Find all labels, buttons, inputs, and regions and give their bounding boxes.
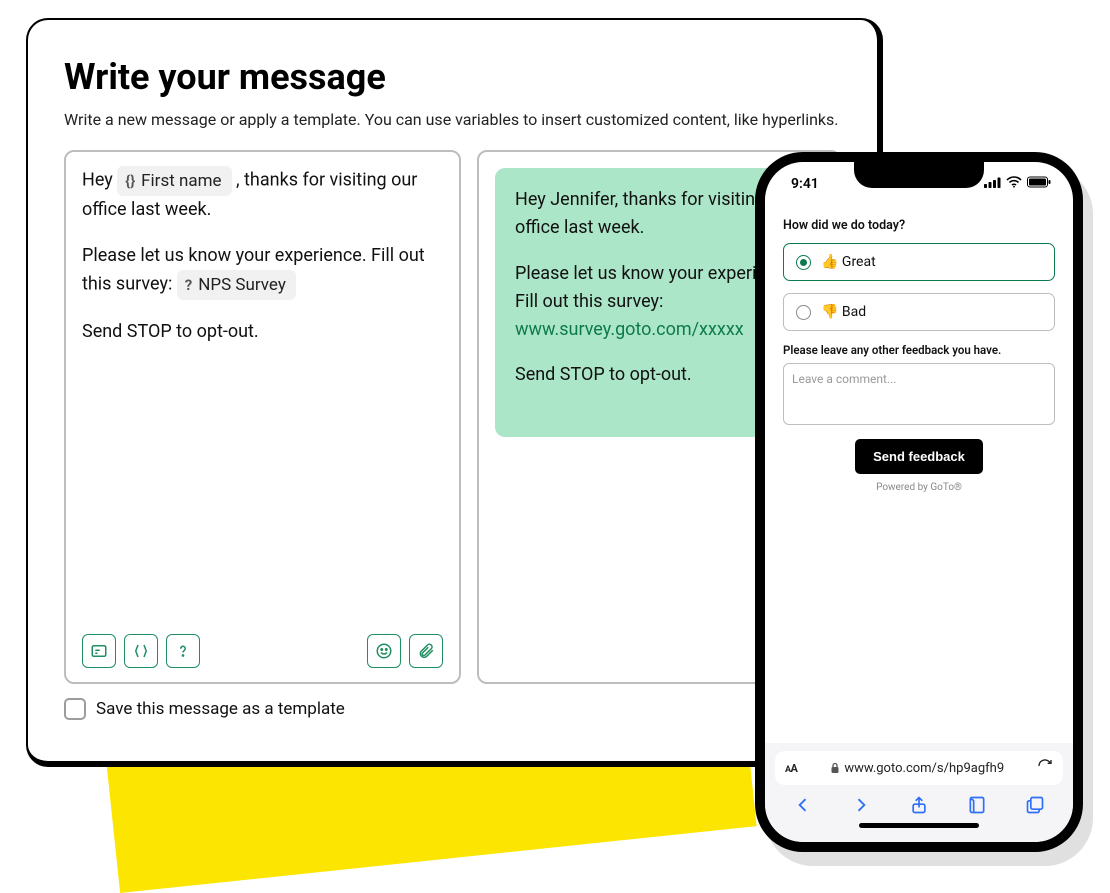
question-icon: ? [185, 274, 192, 297]
editor-line-3: Send STOP to opt-out. [82, 318, 443, 346]
option-great[interactable]: 👍 Great [783, 243, 1055, 281]
status-icons [984, 176, 1051, 192]
reload-icon[interactable] [1037, 758, 1053, 778]
option-bad[interactable]: 👎 Bad [783, 293, 1055, 331]
variable-chip-nps-survey[interactable]: ? NPS Survey [177, 270, 296, 300]
template-button[interactable] [82, 634, 116, 668]
braces-icon: {} [125, 170, 135, 193]
save-template-checkbox[interactable] [64, 698, 86, 720]
text-size-icon[interactable]: AA [785, 762, 797, 775]
message-editor[interactable]: Hey {} First name , thanks for visiting … [64, 150, 461, 684]
comment-textarea[interactable]: Leave a comment... [783, 363, 1055, 425]
save-template-label: Save this message as a template [96, 699, 345, 719]
back-icon[interactable] [793, 795, 813, 815]
url-value: www.goto.com/s/hp9agfh9 [844, 761, 1004, 776]
insert-variable-button[interactable] [124, 634, 158, 668]
editor-toolbar [82, 634, 443, 668]
phone-mockup: 9:41 How did we do today? 👍 Great 👎 Bad … [755, 152, 1083, 852]
radio-bad[interactable] [796, 305, 811, 320]
editor-panels: Hey {} First name , thanks for visiting … [64, 150, 841, 684]
tabs-icon[interactable] [1025, 795, 1045, 815]
card-description: Write a new message or apply a template.… [64, 108, 841, 132]
feedback-label: Please leave any other feedback you have… [783, 343, 1055, 357]
powered-by-text: Powered by GoTo® [783, 482, 1055, 493]
safari-toolbar [775, 785, 1063, 815]
url-pill[interactable]: AA www.goto.com/s/hp9agfh9 [775, 751, 1063, 785]
save-template-row: Save this message as a template [64, 698, 841, 720]
signal-icon [984, 176, 1001, 192]
send-feedback-button[interactable]: Send feedback [855, 439, 983, 474]
phone-notch [854, 162, 984, 188]
chip-label: First name [141, 168, 221, 194]
bookmarks-icon[interactable] [967, 795, 987, 815]
forward-icon[interactable] [851, 795, 871, 815]
radio-great[interactable] [796, 255, 811, 270]
option-great-label: 👍 Great [821, 254, 876, 270]
attachment-button[interactable] [409, 634, 443, 668]
preview-link: www.survey.goto.com/xxxxx [515, 319, 744, 340]
text-fragment: Hey [82, 170, 117, 191]
battery-icon [1027, 176, 1051, 192]
emoji-button[interactable] [367, 634, 401, 668]
help-button[interactable] [166, 634, 200, 668]
variable-chip-first-name[interactable]: {} First name [117, 166, 231, 196]
option-bad-label: 👎 Bad [821, 304, 866, 320]
wifi-icon [1006, 176, 1022, 192]
share-icon[interactable] [909, 795, 929, 815]
card-title: Write your message [64, 56, 841, 98]
chip-label: NPS Survey [198, 272, 286, 298]
survey-content: How did we do today? 👍 Great 👎 Bad Pleas… [765, 206, 1073, 743]
phone-screen: 9:41 How did we do today? 👍 Great 👎 Bad … [765, 162, 1073, 842]
editor-body[interactable]: Hey {} First name , thanks for visiting … [82, 166, 443, 634]
editor-line-1: Hey {} First name , thanks for visiting … [82, 166, 443, 224]
safari-url-bar: AA www.goto.com/s/hp9agfh9 [765, 743, 1073, 842]
lock-icon [830, 762, 840, 774]
home-indicator [859, 823, 979, 828]
survey-question: How did we do today? [783, 218, 1055, 233]
editor-line-2: Please let us know your experience. Fill… [82, 242, 443, 300]
status-time: 9:41 [791, 176, 819, 192]
safari-chrome: AA www.goto.com/s/hp9agfh9 [765, 743, 1073, 842]
url-text: www.goto.com/s/hp9agfh9 [805, 761, 1029, 776]
